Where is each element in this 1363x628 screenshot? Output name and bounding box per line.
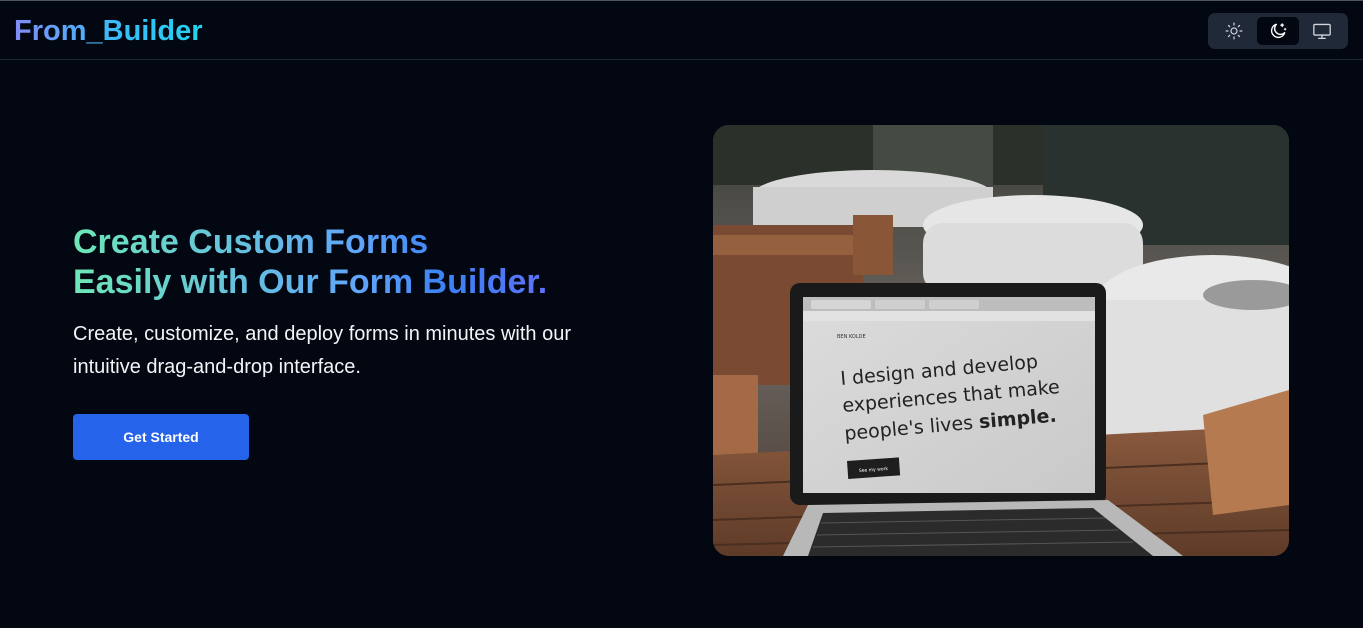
hero-image: BEN KOLDE I design and develop experienc… [713,125,1289,556]
get-started-button[interactable]: Get Started [73,414,249,460]
theme-dark-button[interactable] [1257,17,1299,45]
monitor-icon [1313,23,1332,40]
theme-light-button[interactable] [1213,17,1254,45]
moon-stars-icon [1270,23,1287,39]
hero-subtitle: Create, customize, and deploy forms in m… [73,323,571,378]
hero-title-line-2: Easily with Our Form Builder. [73,263,548,301]
hero-title: Create Custom Forms Easily with Our Form… [73,222,673,302]
theme-system-button[interactable] [1302,17,1343,45]
sun-icon [1225,22,1243,40]
hero-title-line-1: Create Custom Forms [73,223,429,261]
navbar: From_Builder [0,1,1363,60]
laptop-photo: BEN KOLDE I design and develop experienc… [713,125,1289,556]
theme-toggle [1208,13,1348,49]
screen-brand: BEN KOLDE [837,334,866,340]
brand-logo[interactable]: From_Builder [14,14,203,48]
